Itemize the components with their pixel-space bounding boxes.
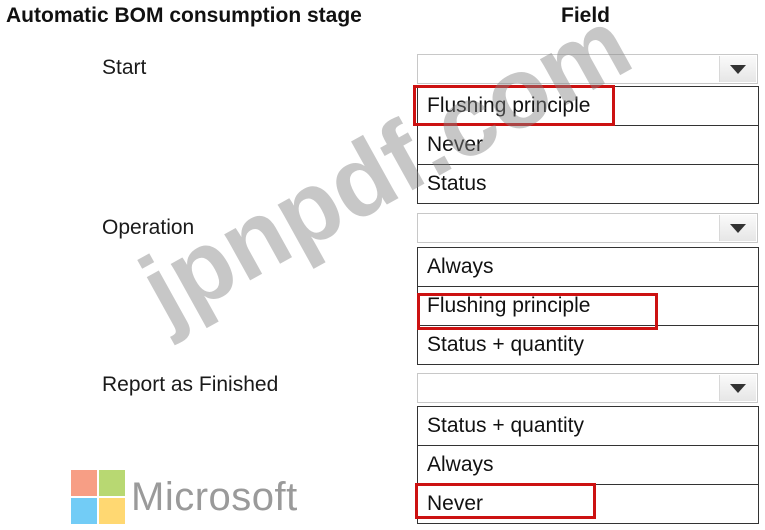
microsoft-wordmark: Microsoft (131, 474, 298, 519)
stage-label-report-as-finished: Report as Finished (102, 373, 279, 396)
start-options: Flushing principle Never Status (417, 86, 759, 204)
stage-label-operation: Operation (102, 216, 195, 239)
microsoft-logo: Microsoft (71, 470, 298, 524)
option-status-quantity[interactable]: Status + quantity (418, 407, 758, 446)
option-status[interactable]: Status (418, 165, 758, 204)
chevron-down-icon[interactable] (719, 56, 756, 82)
report-as-finished-dropdown[interactable] (417, 373, 758, 403)
operation-options: Always Flushing principle Status + quant… (417, 247, 759, 365)
option-status-quantity[interactable]: Status + quantity (418, 326, 758, 365)
logo-square-green (99, 470, 125, 496)
chevron-down-icon[interactable] (719, 215, 756, 241)
logo-square-blue (71, 498, 97, 524)
answer-area: Automatic BOM consumption stage Field St… (0, 0, 765, 530)
option-never[interactable]: Never (418, 126, 758, 165)
option-always[interactable]: Always (418, 446, 758, 485)
column-header-field: Field (561, 4, 611, 27)
option-flushing-principle[interactable]: Flushing principle (418, 87, 758, 126)
chevron-down-icon[interactable] (719, 375, 756, 401)
stage-label-start: Start (102, 56, 147, 79)
start-dropdown[interactable] (417, 54, 758, 84)
report-as-finished-options: Status + quantity Always Never (417, 406, 759, 524)
option-always[interactable]: Always (418, 248, 758, 287)
column-header-stage: Automatic BOM consumption stage (6, 4, 362, 27)
operation-dropdown[interactable] (417, 213, 758, 243)
option-never[interactable]: Never (418, 485, 758, 524)
logo-square-red (71, 470, 97, 496)
microsoft-logo-icon (71, 470, 125, 524)
logo-square-yellow (99, 498, 125, 524)
option-flushing-principle[interactable]: Flushing principle (418, 287, 758, 326)
